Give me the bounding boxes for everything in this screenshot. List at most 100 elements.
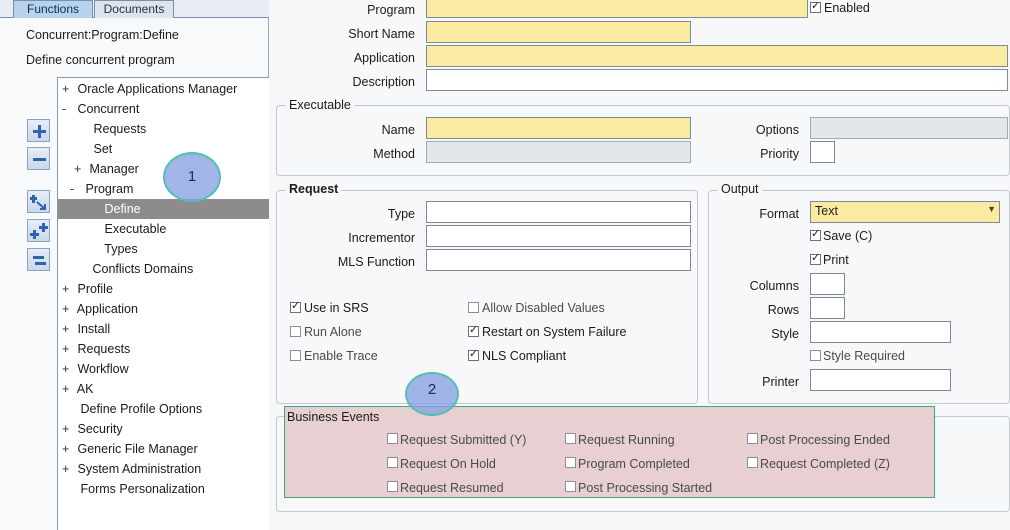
callout-bubble-1: 1 (163, 152, 221, 202)
columns-label: Columns (749, 279, 799, 293)
tab-documents[interactable]: Documents (94, 0, 174, 18)
tree-node-manager[interactable]: + Manager (74, 159, 139, 179)
expand-icon[interactable] (27, 119, 50, 142)
style-required-checkbox[interactable] (810, 350, 821, 361)
tree-node-program[interactable]: - Program (70, 179, 133, 199)
function-tree: + Oracle Applications Manager - Concurre… (57, 77, 269, 530)
tree-node-concurrent[interactable]: - Concurrent (62, 99, 139, 119)
tree-node-oracle-applications-manager[interactable]: + Oracle Applications Manager (62, 79, 237, 99)
collapse-all-icon[interactable] (27, 248, 50, 271)
short-name-field[interactable] (426, 21, 691, 43)
chevron-down-icon[interactable]: ▼ (987, 204, 996, 214)
post-processing-started-label: Post Processing Started (578, 481, 713, 495)
priority-label: Priority (760, 147, 799, 161)
style-required-label: Style Required (823, 349, 905, 363)
request-title: Request (286, 182, 342, 196)
format-label: Format (759, 207, 799, 221)
tree-node-define[interactable]: Define (58, 199, 269, 219)
tree-node-install[interactable]: + Install (62, 319, 110, 339)
function-name: Concurrent:Program:Define (26, 28, 179, 42)
expand-branch-icon[interactable] (27, 190, 50, 213)
method-label: Method (373, 147, 415, 161)
executable-name-label: Name (381, 123, 415, 137)
save-checkbox[interactable] (810, 227, 821, 241)
post-processing-started-checkbox[interactable] (565, 481, 576, 492)
run-alone-checkbox[interactable] (290, 326, 301, 337)
program-completed-checkbox[interactable] (565, 457, 576, 468)
incrementor-field[interactable] (426, 225, 691, 247)
save-label: Save (C) (823, 229, 873, 243)
restart-on-system-failure-label: Restart on System Failure (482, 325, 627, 339)
use-in-srs-checkbox[interactable] (290, 299, 301, 313)
program-completed-label: Program Completed (578, 457, 690, 471)
printer-field[interactable] (810, 369, 951, 391)
tree-node-requests[interactable]: Requests (78, 119, 146, 139)
tree-node-forms-personalization[interactable]: Forms Personalization (65, 479, 204, 499)
enabled-checkbox[interactable] (810, 0, 821, 13)
restart-on-system-failure-checkbox[interactable] (468, 323, 479, 337)
run-alone-label: Run Alone (304, 325, 362, 339)
collapse-icon[interactable] (27, 147, 50, 170)
tree-node-conflicts-domains[interactable]: Conflicts Domains (77, 259, 193, 279)
request-submitted-checkbox[interactable] (387, 433, 398, 444)
tree-node-ak[interactable]: + AK (62, 379, 93, 399)
executable-name-field[interactable] (426, 117, 691, 139)
description-field[interactable] (426, 69, 1008, 91)
executable-title: Executable (286, 98, 354, 112)
tab-functions[interactable]: Functions (13, 0, 93, 18)
style-field[interactable] (810, 321, 951, 343)
mls-function-field[interactable] (426, 249, 691, 271)
post-processing-ended-label: Post Processing Ended (760, 433, 890, 447)
request-completed-label: Request Completed (Z) (760, 457, 890, 471)
printer-label: Printer (762, 375, 799, 389)
tree-node-workflow[interactable]: + Workflow (62, 359, 129, 379)
description-label: Description (352, 75, 415, 89)
style-label: Style (771, 327, 799, 341)
options-field[interactable] (810, 117, 1008, 139)
tree-node-application[interactable]: + Application (62, 299, 138, 319)
tree-node-requests-top[interactable]: + Requests (62, 339, 130, 359)
request-submitted-label: Request Submitted (Y) (400, 433, 527, 447)
method-field (426, 141, 691, 163)
priority-field[interactable] (810, 141, 835, 163)
request-on-hold-checkbox[interactable] (387, 457, 398, 468)
request-resumed-checkbox[interactable] (387, 481, 398, 492)
tree-node-define-profile-options[interactable]: Define Profile Options (65, 399, 202, 419)
post-processing-ended-checkbox[interactable] (747, 433, 758, 444)
tree-node-security[interactable]: + Security (62, 419, 123, 439)
rows-field[interactable] (810, 297, 845, 319)
request-on-hold-label: Request On Hold (400, 457, 496, 471)
print-label: Print (823, 253, 849, 267)
allow-disabled-values-checkbox[interactable] (468, 302, 479, 313)
tree-node-executable[interactable]: Executable (89, 219, 166, 239)
application-label: Application (353, 51, 415, 65)
tree-node-types[interactable]: Types (89, 239, 137, 259)
navigator-tab-bar: Functions Documents (0, 0, 269, 18)
expand-all-icon[interactable] (27, 219, 50, 242)
callout-bubble-2: 2 (405, 372, 459, 416)
business-events-title: Business Events (287, 410, 380, 424)
mls-function-label: MLS Function (337, 255, 415, 269)
nls-compliant-checkbox[interactable] (468, 347, 479, 361)
program-field[interactable] (426, 0, 808, 18)
tree-node-system-administration[interactable]: + System Administration (62, 459, 201, 479)
format-select[interactable]: Text ▼ (810, 201, 1000, 223)
application-field[interactable] (426, 45, 1008, 67)
function-description: Define concurrent program (26, 53, 175, 67)
type-field[interactable] (426, 201, 691, 223)
tree-node-set[interactable]: Set (78, 139, 112, 159)
enable-trace-label: Enable Trace (304, 349, 378, 363)
use-in-srs-label: Use in SRS (304, 301, 369, 315)
allow-disabled-values-label: Allow Disabled Values (482, 301, 605, 315)
request-running-checkbox[interactable] (565, 433, 576, 444)
nls-compliant-label: NLS Compliant (482, 349, 567, 363)
tree-node-generic-file-manager[interactable]: + Generic File Manager (62, 439, 198, 459)
format-value: Text (815, 204, 838, 218)
rows-label: Rows (767, 303, 799, 317)
print-checkbox[interactable] (810, 251, 821, 265)
request-completed-checkbox[interactable] (747, 457, 758, 468)
tree-node-profile[interactable]: + Profile (62, 279, 113, 299)
enable-trace-checkbox[interactable] (290, 350, 301, 361)
navigator-panel: Functions Documents Concurrent:Program:D… (0, 0, 269, 530)
columns-field[interactable] (810, 273, 845, 295)
